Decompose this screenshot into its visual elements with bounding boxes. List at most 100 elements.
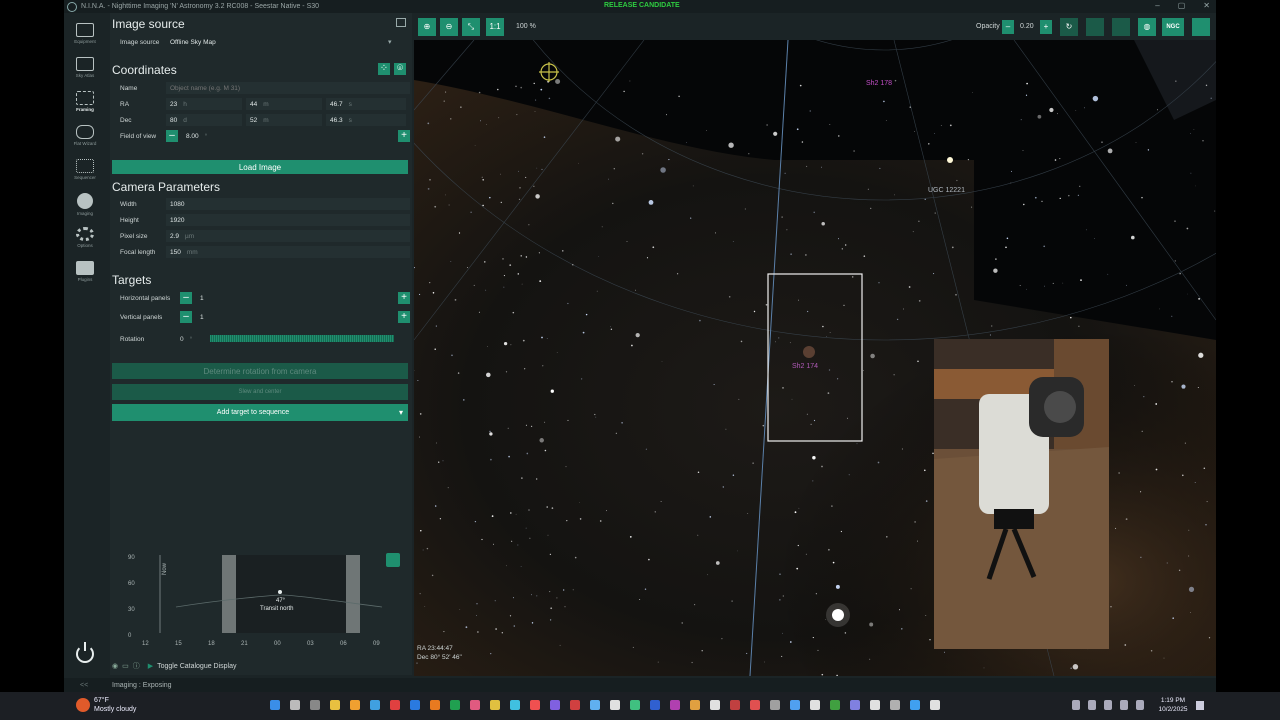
globe-icon[interactable]: ◍ (1138, 18, 1156, 36)
taskbar-app-icon[interactable] (490, 700, 500, 710)
opacity-increase-button[interactable]: + (1040, 20, 1052, 34)
notification-bell-icon[interactable] (1196, 701, 1204, 710)
taskbar-app-icon[interactable] (590, 700, 600, 710)
vpanels-increase-button[interactable]: + (398, 311, 410, 323)
sky-label[interactable]: Sh2 178 (866, 80, 892, 87)
taskbar-app-icon[interactable] (770, 700, 780, 710)
dec-degrees-field[interactable]: 80 d (166, 114, 242, 126)
sidebar-item-imaging[interactable]: Imaging (64, 183, 106, 217)
vpanels-decrease-button[interactable]: – (180, 311, 192, 323)
zoom-in-icon[interactable]: ⊕ (418, 18, 436, 36)
ngc-toggle-button[interactable]: NGC (1162, 18, 1184, 36)
hpanels-increase-button[interactable]: + (398, 292, 410, 304)
sidebar-item-equipment[interactable]: Equipment (64, 13, 106, 47)
taskbar-app-icon[interactable] (830, 700, 840, 710)
constellation-toggle-icon[interactable] (1112, 18, 1130, 36)
height-field[interactable]: 1920 (166, 214, 410, 226)
taskbar-app-icon[interactable] (530, 700, 540, 710)
taskbar-app-icon[interactable] (350, 700, 360, 710)
one-to-one-button[interactable]: 1:1 (486, 18, 504, 36)
chevron-down-icon[interactable]: ▾ (388, 38, 392, 46)
book-icon[interactable] (396, 18, 406, 27)
moon-icon[interactable] (386, 553, 400, 567)
taskbar-app-icon[interactable] (270, 700, 280, 710)
taskbar-app-icon[interactable] (330, 700, 340, 710)
eye-icon[interactable]: ◉ (112, 662, 118, 670)
taskbar-app-icon[interactable] (930, 700, 940, 710)
sky-label[interactable]: UGC 12221 (928, 187, 965, 194)
taskbar-app-icon[interactable] (650, 700, 660, 710)
sidebar-item-sequencer[interactable]: Sequencer (64, 149, 106, 183)
taskbar-app-icon[interactable] (450, 700, 460, 710)
toggle-catalogue-button[interactable]: Toggle Catalogue Display (157, 663, 236, 670)
sidebar-item-options[interactable]: Options (64, 217, 106, 251)
rotate-icon[interactable]: ↻ (1060, 18, 1078, 36)
hpanels-decrease-button[interactable]: – (180, 292, 192, 304)
taskbar-app-icon[interactable] (630, 700, 640, 710)
zoom-out-icon[interactable]: ⊖ (440, 18, 458, 36)
play-icon[interactable]: ▶ (148, 662, 153, 670)
power-icon[interactable] (76, 642, 94, 663)
taskbar-app-icon[interactable] (470, 700, 480, 710)
sky-label[interactable]: Sh2 174 (792, 363, 818, 370)
wifi-icon[interactable] (1104, 700, 1112, 710)
add-target-dropdown-chevron-icon[interactable]: ▾ (394, 404, 408, 421)
fov-increase-button[interactable]: + (398, 130, 410, 142)
taskbar-app-icon[interactable] (670, 700, 680, 710)
width-field[interactable]: 1080 (166, 198, 410, 210)
microphone-icon[interactable] (1088, 700, 1096, 710)
clock[interactable]: 1:19 PM 10/2/2025 (1152, 696, 1194, 714)
taskbar-app-icon[interactable] (850, 700, 860, 710)
minimize-button[interactable]: – (1155, 1, 1159, 10)
taskbar-app-icon[interactable] (790, 700, 800, 710)
fov-decrease-button[interactable]: – (166, 130, 178, 142)
sidebar-item-sky-atlas[interactable]: Sky Atlas (64, 47, 106, 81)
taskbar-app-icon[interactable] (730, 700, 740, 710)
image-source-select[interactable]: Offline Sky Map (166, 36, 410, 48)
info-icon[interactable]: ⓘ (133, 661, 140, 671)
book-small-icon[interactable]: ▭ (122, 662, 129, 670)
taskbar-app-icon[interactable] (550, 700, 560, 710)
hpanels-field[interactable]: 1 (196, 292, 394, 304)
load-image-button[interactable]: Load Image (112, 160, 408, 174)
dec-minutes-field[interactable]: 52 m (246, 114, 322, 126)
taskbar-app-icon[interactable] (750, 700, 760, 710)
vpanels-field[interactable]: 1 (196, 311, 394, 323)
object-name-input[interactable] (166, 82, 410, 94)
target-search-icon[interactable]: ⁘ (378, 63, 390, 75)
sidebar-item-framing[interactable]: Framing (64, 81, 106, 115)
collapse-panel-button[interactable]: << (80, 682, 88, 689)
chevron-up-icon[interactable] (1072, 700, 1080, 710)
frame-toggle-icon[interactable] (1192, 18, 1210, 36)
slew-center-button[interactable]: Slew and center (112, 384, 408, 400)
ra-hours-field[interactable]: 23 h (166, 98, 242, 110)
taskbar-app-icon[interactable] (390, 700, 400, 710)
ra-seconds-field[interactable]: 46.7 s (326, 98, 406, 110)
fit-to-screen-icon[interactable]: ⤡ (462, 18, 480, 36)
taskbar-app-icon[interactable] (430, 700, 440, 710)
maximize-button[interactable]: ▢ (1178, 1, 1186, 10)
taskbar-app-icon[interactable] (410, 700, 420, 710)
battery-icon[interactable] (1136, 700, 1144, 710)
sidebar-item-plugins[interactable]: Plugins (64, 251, 106, 285)
taskbar-app-icon[interactable] (910, 700, 920, 710)
taskbar-app-icon[interactable] (570, 700, 580, 710)
add-target-button[interactable]: Add target to sequence (112, 404, 394, 421)
taskbar-app-icon[interactable] (510, 700, 520, 710)
taskbar-app-icon[interactable] (310, 700, 320, 710)
determine-rotation-button[interactable]: Determine rotation from camera (112, 363, 408, 379)
pixel-size-field[interactable]: 2.9 µm (166, 230, 410, 242)
volume-icon[interactable] (1120, 700, 1128, 710)
grid-toggle-icon[interactable] (1086, 18, 1104, 36)
rotation-field[interactable]: 0 ° (180, 336, 192, 343)
close-button[interactable]: ✕ (1203, 1, 1210, 10)
opacity-decrease-button[interactable]: – (1002, 20, 1014, 34)
rotation-slider[interactable] (210, 335, 394, 342)
taskbar-app-icon[interactable] (710, 700, 720, 710)
dec-seconds-field[interactable]: 46.3 s (326, 114, 406, 126)
taskbar-app-icon[interactable] (870, 700, 880, 710)
taskbar-app-icon[interactable] (370, 700, 380, 710)
weather-widget[interactable]: 67°F Mostly cloudy (94, 696, 136, 714)
taskbar-app-icon[interactable] (690, 700, 700, 710)
location-icon[interactable]: ⌾ (394, 63, 406, 75)
